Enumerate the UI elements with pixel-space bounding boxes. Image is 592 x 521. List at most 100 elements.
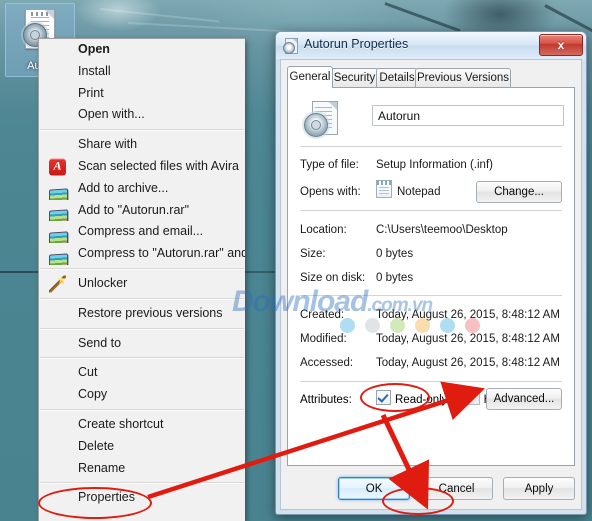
field-label: Type of file: <box>300 159 359 171</box>
apply-button[interactable]: Apply <box>503 477 575 500</box>
winrar-icon <box>49 188 68 200</box>
menu-item-open[interactable]: Open <box>39 39 245 61</box>
menu-item-rename[interactable]: Rename <box>39 458 245 480</box>
menu-item-label: Add to "Autorun.rar" <box>78 202 190 217</box>
avira-icon <box>49 158 66 176</box>
field-label: Created: <box>300 309 345 321</box>
menu-separator <box>40 129 244 132</box>
menu-item-add-to-archive[interactable]: Add to archive... <box>39 178 245 200</box>
menu-item-label: Unlocker <box>78 275 128 290</box>
field-size-on-disk: Size on disk: 0 bytes <box>300 266 562 290</box>
field-value: Today, August 26, 2015, 8:48:12 AM <box>376 357 560 369</box>
menu-item-label: Send to <box>78 335 122 350</box>
field-value: C:\Users\teemoo\Desktop <box>376 224 508 236</box>
magic-wand-icon <box>49 275 66 293</box>
dialog-title: Autorun Properties <box>304 37 409 51</box>
menu-item-open-with[interactable]: Open with... <box>39 104 245 126</box>
file-name-row: Autorun <box>298 96 564 142</box>
menu-separator <box>40 408 244 411</box>
dialog-titlebar: Autorun Properties x <box>276 32 586 59</box>
field-label: Size: <box>300 248 326 260</box>
menu-item-share-with[interactable]: Share with <box>39 134 245 156</box>
advanced-button[interactable]: Advanced... <box>486 388 562 410</box>
menu-item-add-to-autorun-rar[interactable]: Add to "Autorun.rar" <box>39 200 245 222</box>
notepad-icon <box>376 180 392 198</box>
menu-separator <box>40 297 244 300</box>
menu-item-label: Add to archive... <box>78 180 169 195</box>
menu-item-compress-to-autorun-rar-and-email[interactable]: Compress to "Autorun.rar" and email <box>39 243 245 265</box>
menu-item-properties[interactable]: Properties <box>39 487 245 509</box>
field-value: Setup Information (.inf) <box>376 159 493 171</box>
divider <box>300 146 562 147</box>
menu-item-label: Properties <box>78 490 135 505</box>
tab-label: General <box>289 71 331 83</box>
menu-separator <box>40 357 244 360</box>
field-label: Accessed: <box>300 357 354 369</box>
winrar-icon <box>49 253 68 265</box>
field-type-of-file: Type of file: Setup Information (.inf) <box>300 153 562 177</box>
field-size: Size: 0 bytes <box>300 242 562 266</box>
menu-item-cut[interactable]: Cut <box>39 362 245 384</box>
menu-item-send-to[interactable]: Send to <box>39 333 245 355</box>
dialog-button-bar: OK Cancel Apply <box>281 477 575 503</box>
read-only-label: Read-only <box>395 394 448 406</box>
menu-separator <box>40 267 244 270</box>
cancel-button[interactable]: Cancel <box>420 477 493 500</box>
menu-item-label: Restore previous versions <box>78 305 223 320</box>
tab-security[interactable]: Security <box>330 68 379 88</box>
menu-item-label: Rename <box>78 460 126 475</box>
tab-label: Previous Versions <box>416 72 510 84</box>
menu-item-label: Cut <box>78 365 98 380</box>
menu-separator <box>40 327 244 330</box>
menu-item-label: Compress to "Autorun.rar" and email <box>78 246 245 261</box>
tab-general[interactable]: General <box>287 66 333 88</box>
dialog-file-icon <box>283 38 298 54</box>
menu-item-label: Install <box>78 63 111 78</box>
tab-details[interactable]: Details <box>376 68 418 88</box>
menu-item-install[interactable]: Install <box>39 61 245 83</box>
menu-item-label: Share with <box>78 137 138 152</box>
winrar-icon <box>49 231 68 244</box>
ok-button[interactable]: OK <box>338 477 411 500</box>
divider <box>300 295 562 296</box>
context-menu[interactable]: Open Install Print Open with... Share with Sc… <box>38 38 245 521</box>
autorun-properties-dialog: Autorun Properties x General Security Deta… <box>275 31 587 515</box>
menu-item-label: Copy <box>78 387 108 402</box>
divider <box>300 210 562 211</box>
menu-item-scan-selected-files-with-avira[interactable]: Scan selected files with Avira <box>39 156 245 178</box>
menu-item-copy[interactable]: Copy <box>39 384 245 406</box>
menu-item-unlocker[interactable]: Unlocker <box>39 273 245 295</box>
wallpaper-streak <box>99 8 220 23</box>
menu-separator <box>40 482 244 485</box>
field-label: Size on disk: <box>300 272 366 284</box>
hidden-checkbox[interactable] <box>464 390 480 405</box>
field-value: Notepad <box>397 186 441 198</box>
field-value: 0 bytes <box>376 248 414 260</box>
winrar-icon <box>49 209 68 222</box>
menu-item-print[interactable]: Print <box>39 83 245 105</box>
field-value: Today, August 26, 2015, 8:48:12 AM <box>376 333 560 345</box>
wallpaper-dark-streak <box>384 2 461 33</box>
field-label: Opens with: <box>300 186 361 198</box>
menu-item-compress-and-email[interactable]: Compress and email... <box>39 221 245 244</box>
change-button[interactable]: Change... <box>476 181 562 203</box>
field-value: 0 bytes <box>376 272 414 284</box>
read-only-checkbox[interactable] <box>376 390 391 405</box>
field-location: Location: C:\Users\teemoo\Desktop <box>300 218 562 242</box>
menu-item-restore-previous-versions[interactable]: Restore previous versions <box>39 303 245 325</box>
field-label: Modified: <box>300 333 347 345</box>
tab-strip[interactable]: General Security Details Previous Versions <box>287 66 575 88</box>
file-name-input[interactable]: Autorun <box>372 105 564 126</box>
tab-previous-versions[interactable]: Previous Versions <box>415 68 511 88</box>
attributes-label: Attributes: <box>300 394 352 406</box>
inf-file-icon-large <box>304 101 338 139</box>
menu-item-create-shortcut[interactable]: Create shortcut <box>39 414 245 436</box>
screen: Aut... OpenInstallPrintOpen with...Share… <box>0 0 592 521</box>
gear-icon <box>304 113 328 137</box>
menu-item-label: Scan selected files with Avira <box>78 158 239 173</box>
tab-label: Details <box>379 72 415 84</box>
menu-item-delete[interactable]: Delete <box>39 436 245 458</box>
field-created: Created: Today, August 26, 2015, 8:48:12 … <box>300 303 562 327</box>
close-icon[interactable]: x <box>539 34 583 56</box>
tab-label: Security <box>333 72 376 84</box>
